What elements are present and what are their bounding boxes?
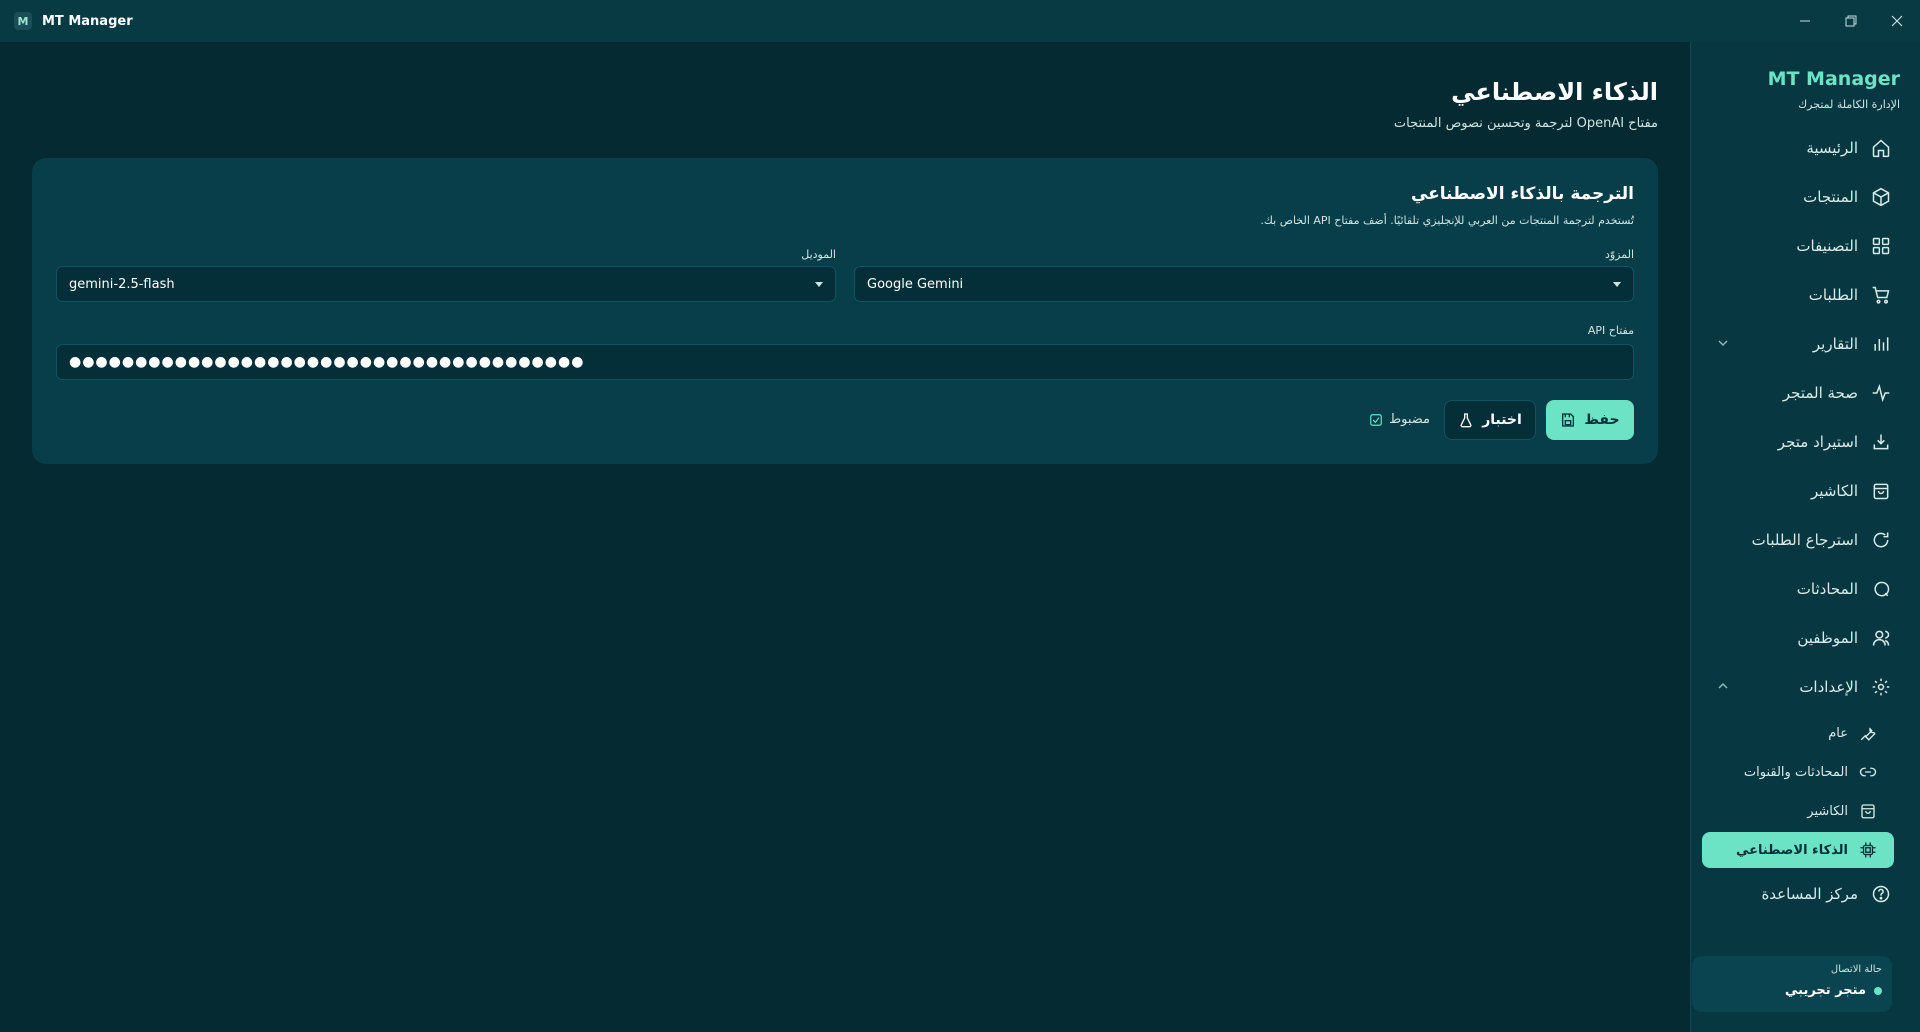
card-subtitle: تُستخدم لترجمة المنتجات من العربي للإنجل… bbox=[1260, 214, 1634, 227]
sidebar-item-label: الطلبات bbox=[1808, 286, 1858, 304]
model-value: gemini-2.5-flash bbox=[69, 276, 175, 292]
card-title: الترجمة بالذكاء الاصطناعي bbox=[1410, 184, 1634, 204]
wrench-icon bbox=[1858, 723, 1878, 743]
sidebar-item-label: استرجاع الطلبات bbox=[1751, 531, 1858, 549]
page-title: الذكاء الاصطناعي bbox=[1451, 78, 1658, 106]
sidebar-subitem-label: الكاشير bbox=[1807, 803, 1848, 819]
ai-translation-card: الترجمة بالذكاء الاصطناعي تُستخدم لترجمة… bbox=[32, 158, 1658, 464]
close-button[interactable] bbox=[1874, 0, 1920, 42]
sidebar-subitem-cashier[interactable]: الكاشير bbox=[1690, 794, 1920, 828]
sidebar-item-label: المحادثات bbox=[1796, 580, 1858, 598]
sidebar: MT Manager الإدارة الكاملة لمتجرك الرئيس… bbox=[1690, 42, 1920, 1032]
sidebar-item-import-store[interactable]: استيراد متجر bbox=[1690, 422, 1920, 462]
chevron-up-icon bbox=[1718, 682, 1728, 689]
configured-status: مضبوط bbox=[1369, 412, 1430, 427]
sidebar-item-label: التقارير bbox=[1812, 335, 1858, 353]
sidebar-item-label: الرئيسية bbox=[1806, 139, 1858, 157]
sidebar-item-chats[interactable]: المحادثات bbox=[1690, 569, 1920, 609]
sidebar-item-label: الكاشير bbox=[1811, 482, 1858, 500]
sidebar-item-products[interactable]: المنتجات bbox=[1690, 177, 1920, 217]
sidebar-item-label: مركز المساعدة bbox=[1761, 885, 1858, 903]
cart-icon bbox=[1870, 284, 1892, 306]
sidebar-item-orders[interactable]: الطلبات bbox=[1690, 275, 1920, 315]
configured-status-label: مضبوط bbox=[1389, 412, 1430, 427]
chevron-down-icon bbox=[1718, 340, 1728, 347]
model-label: الموديل bbox=[801, 248, 836, 261]
app-logo-icon: M bbox=[14, 12, 32, 30]
page-subtitle: مفتاح OpenAI لترجمة وتحسين نصوص المنتجات bbox=[1393, 116, 1658, 131]
flask-icon bbox=[1460, 413, 1472, 428]
sidebar-subitem-label: المحادثات والقنوات bbox=[1743, 764, 1848, 780]
sidebar-item-label: الإعدادات bbox=[1799, 678, 1858, 696]
sidebar-item-label: استيراد متجر bbox=[1777, 433, 1858, 451]
close-icon bbox=[1891, 15, 1903, 27]
status-dot-icon bbox=[1874, 986, 1882, 995]
minimize-icon bbox=[1800, 20, 1810, 22]
provider-select[interactable]: Google Gemini bbox=[854, 266, 1634, 302]
sidebar-item-label: المنتجات bbox=[1803, 188, 1858, 206]
connection-status-card: حالة الاتصال متجر تجريبي bbox=[1692, 956, 1892, 1012]
sidebar-item-home[interactable]: الرئيسية bbox=[1690, 128, 1920, 168]
bar-chart-icon bbox=[1870, 333, 1892, 355]
sidebar-subitem-general[interactable]: عام bbox=[1690, 716, 1920, 750]
chat-icon bbox=[1870, 578, 1892, 600]
bag-icon bbox=[1870, 480, 1892, 502]
sidebar-item-help[interactable]: مركز المساعدة bbox=[1690, 874, 1920, 914]
brand-title: MT Manager bbox=[1767, 68, 1900, 90]
sidebar-item-staff[interactable]: الموظفين bbox=[1690, 618, 1920, 658]
title-bar: M MT Manager bbox=[0, 0, 1920, 42]
main-content: الذكاء الاصطناعي مفتاح OpenAI لترجمة وتح… bbox=[0, 42, 1690, 1032]
bag-icon bbox=[1858, 801, 1878, 821]
connection-row: متجر تجريبي bbox=[1702, 983, 1882, 998]
caret-down-icon bbox=[815, 281, 823, 287]
save-icon bbox=[1562, 413, 1575, 427]
sidebar-item-cashier[interactable]: الكاشير bbox=[1690, 471, 1920, 511]
sidebar-subitem-channels[interactable]: المحادثات والقنوات bbox=[1690, 755, 1920, 789]
sidebar-item-label: التصنيفات bbox=[1796, 237, 1858, 255]
restore-button[interactable] bbox=[1828, 0, 1874, 42]
chip-icon bbox=[1858, 840, 1878, 860]
sidebar-item-store-health[interactable]: صحة المتجر bbox=[1690, 373, 1920, 413]
check-square-icon bbox=[1370, 413, 1382, 426]
download-icon bbox=[1870, 431, 1892, 453]
window-title: MT Manager bbox=[42, 13, 133, 29]
sidebar-item-label: الموظفين bbox=[1797, 629, 1858, 647]
connection-store-name: متجر تجريبي bbox=[1784, 983, 1866, 998]
sidebar-subitem-ai[interactable]: الذكاء الاصطناعي bbox=[1702, 832, 1894, 868]
gear-icon bbox=[1870, 676, 1892, 698]
save-button-label: حفظ bbox=[1584, 412, 1620, 428]
brand-subtitle: الإدارة الكاملة لمتجرك bbox=[1798, 98, 1900, 111]
sidebar-item-settings[interactable]: الإعدادات bbox=[1690, 667, 1920, 707]
caret-down-icon bbox=[1613, 281, 1621, 287]
save-button[interactable]: حفظ bbox=[1546, 400, 1634, 440]
refresh-icon bbox=[1870, 529, 1892, 551]
provider-value: Google Gemini bbox=[867, 276, 964, 292]
api-key-label: مفتاح API bbox=[1587, 324, 1634, 337]
sidebar-subitem-label: عام bbox=[1828, 725, 1848, 741]
grid-icon bbox=[1870, 235, 1892, 257]
connection-label: حالة الاتصال bbox=[1830, 964, 1882, 975]
window-controls bbox=[1782, 0, 1920, 42]
test-button-label: اختبار bbox=[1482, 412, 1522, 428]
model-select[interactable]: gemini-2.5-flash bbox=[56, 266, 836, 302]
pulse-icon bbox=[1870, 382, 1892, 404]
sidebar-item-reports[interactable]: التقارير bbox=[1690, 324, 1920, 364]
sidebar-item-label: صحة المتجر bbox=[1782, 384, 1858, 402]
sidebar-item-returns[interactable]: استرجاع الطلبات bbox=[1690, 520, 1920, 560]
sidebar-subitem-label: الذكاء الاصطناعي bbox=[1735, 842, 1848, 858]
help-icon bbox=[1870, 883, 1892, 905]
box-icon bbox=[1870, 186, 1892, 208]
home-icon bbox=[1870, 137, 1892, 159]
provider-label: المزوّد bbox=[1604, 248, 1634, 261]
link-icon bbox=[1858, 762, 1878, 782]
sidebar-item-categories[interactable]: التصنيفات bbox=[1690, 226, 1920, 266]
api-key-input[interactable] bbox=[56, 344, 1634, 380]
restore-icon bbox=[1845, 15, 1857, 27]
test-button[interactable]: اختبار bbox=[1444, 400, 1536, 440]
minimize-button[interactable] bbox=[1782, 0, 1828, 42]
users-icon bbox=[1870, 627, 1892, 649]
